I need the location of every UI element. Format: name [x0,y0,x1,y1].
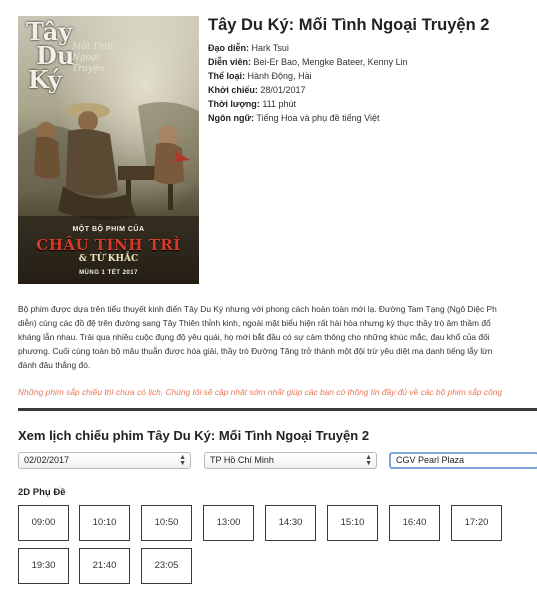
description-line: đánh đâu thắng đó. [18,359,91,370]
poster-release-date: MÙNG 1 TẾT 2017 [79,270,138,276]
showtime-button[interactable]: 10:50 [141,505,192,541]
schedule-notice: Những phim sắp chiếu thì chưa có lịch. C… [18,387,503,397]
info-row-language: Ngôn ngữ: Tiếng Hoa và phụ đề tiếng Việt [208,112,380,123]
showtime-button[interactable]: 10:10 [79,505,130,541]
showtime-button[interactable]: 09:00 [18,505,69,541]
movie-description: Bộ phim được dựa trên tiểu thuyết kinh đ… [18,303,537,373]
date-select-value: 02/02/2017 [24,455,70,465]
select-arrows-icon: ▲ ▼ [365,454,372,467]
movie-title: Tây Du Ký: Mối Tình Ngoại Truyện 2 [208,16,490,34]
city-select[interactable]: TP Hồ Chí Minh ▲ ▼ [204,452,377,469]
poster-subtitle: Mối Tình Ngoại Truyện [72,42,113,74]
cinema-select[interactable]: CGV Pearl Plaza [389,452,537,469]
showtime-button[interactable]: 21:40 [79,548,130,584]
section-divider [18,408,537,411]
cinema-select-value: CGV Pearl Plaza [396,455,465,465]
city-select-value: TP Hồ Chí Minh [210,455,274,465]
select-arrows-icon: ▲ ▼ [179,454,186,467]
showtime-button[interactable]: 15:10 [327,505,378,541]
description-line: Bộ phim được dựa trên tiểu thuyết kinh đ… [18,304,497,314]
showtime-button[interactable]: 14:30 [265,505,316,541]
showtime-button[interactable]: 19:30 [18,548,69,584]
poster-credit-name: CHÂU TINH TRÌ [36,236,181,254]
info-row-duration: Thời lượng: 111 phút [208,98,297,109]
info-row-genre: Thể loại: Hành Động, Hài [208,70,312,81]
poster-credit-second: & TỪ KHẮC [78,254,139,264]
info-row-cast: Diễn viên: Bei-Er Bao, Mengke Bateer, Ke… [208,56,408,67]
showtime-button[interactable]: 16:40 [389,505,440,541]
showtime-button[interactable]: 13:00 [203,505,254,541]
movie-info: Tây Du Ký: Mối Tình Ngoại Truyện 2 Đạo d… [208,14,533,125]
showtime-button[interactable]: 17:20 [451,505,502,541]
date-select[interactable]: 02/02/2017 ▲ ▼ [18,452,191,469]
description-line: diễn) cùng các đồ đệ trên đường sang Tây… [18,317,491,328]
info-row-director: Đạo diễn: Hark Tsui [208,43,289,53]
movie-poster: Tây Du Ký Mối Tình Ngoại Truyện MỘT BỘ P… [18,16,199,284]
poster-title: Tây Du Ký [26,17,75,94]
poster-credit-intro: MỘT BỘ PHIM CỦA [72,226,145,233]
description-line: kháng lẫn nhau. Trải qua nhiều cuộc đụng… [18,331,490,342]
description-line: phương. Cuối cùng toàn bộ mâu thuẫn được… [18,345,493,356]
format-label: 2D Phụ Đề [18,487,66,498]
showtime-button[interactable]: 23:05 [141,548,192,584]
info-row-release: Khởi chiếu: 28/01/2017 [208,84,306,95]
schedule-heading: Xem lịch chiếu phim Tây Du Ký: Mối Tình … [18,428,370,443]
